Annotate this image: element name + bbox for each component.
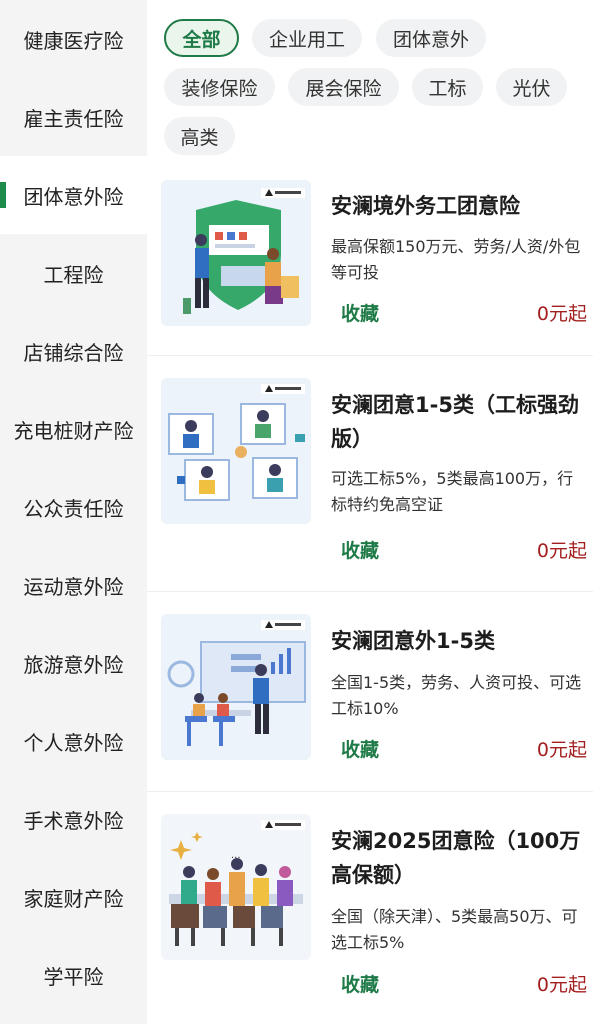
svg-text:...: ... — [231, 850, 241, 861]
sidebar-item-home-property[interactable]: 家庭财产险 — [0, 858, 147, 936]
favorite-button[interactable]: 收藏 — [341, 299, 379, 326]
sidebar-item-label: 个人意外险 — [23, 730, 124, 755]
product-price: 0元起 — [536, 303, 587, 325]
product-card[interactable]: 安澜境外务工团意险 最高保额150万元、劳务/人资/外包等可投 收藏 0元起 — [147, 172, 593, 356]
sidebar-item-engineering[interactable]: 工程险 — [0, 234, 147, 312]
category-sidebar: 健康医疗险 雇主责任险 团体意外险 工程险 店铺综合险 充电桩财产险 公众责任险… — [0, 0, 147, 1024]
active-indicator — [0, 182, 6, 208]
sidebar-item-label: 雇主责任险 — [23, 106, 124, 131]
sidebar-item-personal[interactable]: 个人意外险 — [0, 702, 147, 780]
sidebar-item-label: 手术意外险 — [23, 808, 124, 833]
product-title[interactable]: 安澜2025团意险（100万高保额） — [331, 824, 583, 892]
product-title[interactable]: 安澜团意1-5类（工标强劲版） — [331, 388, 583, 456]
sidebar-item-label: 健康医疗险 — [23, 28, 124, 53]
tag-group-accident[interactable]: 团体意外 — [376, 19, 486, 57]
product-card[interactable]: ... 安澜2025团意险（100万高保额） 全国（除天津）、5类最高50万、可… — [147, 792, 593, 1024]
team-meeting-illustration-icon — [161, 614, 311, 760]
product-title[interactable]: 安澜境外务工团意险 — [331, 189, 583, 223]
tag-photovoltaic[interactable]: 光伏 — [496, 68, 567, 106]
product-card[interactable]: 安澜团意外1-5类 全国1-5类，劳务、人资可投、可选工标10% 收藏 0元起 — [147, 592, 593, 792]
sidebar-item-label: 家庭财产险 — [23, 886, 124, 911]
product-price: 0元起 — [536, 974, 587, 996]
team-celebration-illustration-icon: ... — [161, 814, 311, 960]
sidebar-item-shop[interactable]: 店铺综合险 — [0, 312, 147, 390]
sidebar-item-group-accident[interactable]: 团体意外险 — [0, 156, 147, 234]
product-desc: 可选工标5%，5类最高100万，行标特约免高空证 — [331, 469, 574, 514]
tag-work-standard[interactable]: 工标 — [412, 68, 483, 106]
sidebar-item-label: 店铺综合险 — [23, 340, 124, 365]
favorite-button[interactable]: 收藏 — [341, 735, 379, 762]
product-card[interactable]: 安澜团意1-5类（工标强劲版） 可选工标5%，5类最高100万，行标特约免高空证… — [147, 356, 593, 592]
sidebar-item-charging-pile[interactable]: 充电桩财产险 — [0, 390, 147, 468]
product-price: 0元起 — [536, 540, 587, 562]
product-desc: 全国1-5类，劳务、人资可投、可选工标10% — [331, 673, 582, 718]
sidebar-item-label: 运动意外险 — [23, 574, 124, 599]
sidebar-item-employer[interactable]: 雇主责任险 — [0, 78, 147, 156]
sidebar-item-label: 工程险 — [43, 262, 104, 287]
product-desc: 全国（除天津）、5类最高50万、可选工标5% — [331, 907, 578, 952]
favorite-button[interactable]: 收藏 — [341, 970, 379, 997]
sidebar-item-label: 学平险 — [43, 964, 104, 989]
shield-office-illustration-icon — [161, 180, 311, 326]
sidebar-item-travel[interactable]: 旅游意外险 — [0, 624, 147, 702]
product-title[interactable]: 安澜团意外1-5类 — [331, 624, 583, 658]
sidebar-item-public-liability[interactable]: 公众责任险 — [0, 468, 147, 546]
video-call-illustration-icon — [161, 378, 311, 524]
sidebar-item-sports[interactable]: 运动意外险 — [0, 546, 147, 624]
sidebar-item-label: 团体意外险 — [23, 184, 124, 209]
tag-renovation[interactable]: 装修保险 — [164, 68, 275, 106]
tag-high-class[interactable]: 高类 — [164, 117, 235, 155]
tag-exhibition[interactable]: 展会保险 — [288, 68, 399, 106]
product-desc: 最高保额150万元、劳务/人资/外包等可投 — [331, 237, 581, 282]
sidebar-item-label: 旅游意外险 — [23, 652, 124, 677]
sidebar-item-label: 公众责任险 — [23, 496, 124, 521]
sidebar-item-label: 充电桩财产险 — [13, 418, 134, 443]
sidebar-item-student[interactable]: 学平险 — [0, 936, 147, 1014]
product-price: 0元起 — [536, 739, 587, 761]
tag-all[interactable]: 全部 — [164, 19, 239, 57]
tag-enterprise-labor[interactable]: 企业用工 — [252, 19, 362, 57]
sidebar-item-health[interactable]: 健康医疗险 — [0, 0, 147, 78]
sidebar-item-surgery[interactable]: 手术意外险 — [0, 780, 147, 858]
favorite-button[interactable]: 收藏 — [341, 536, 379, 563]
